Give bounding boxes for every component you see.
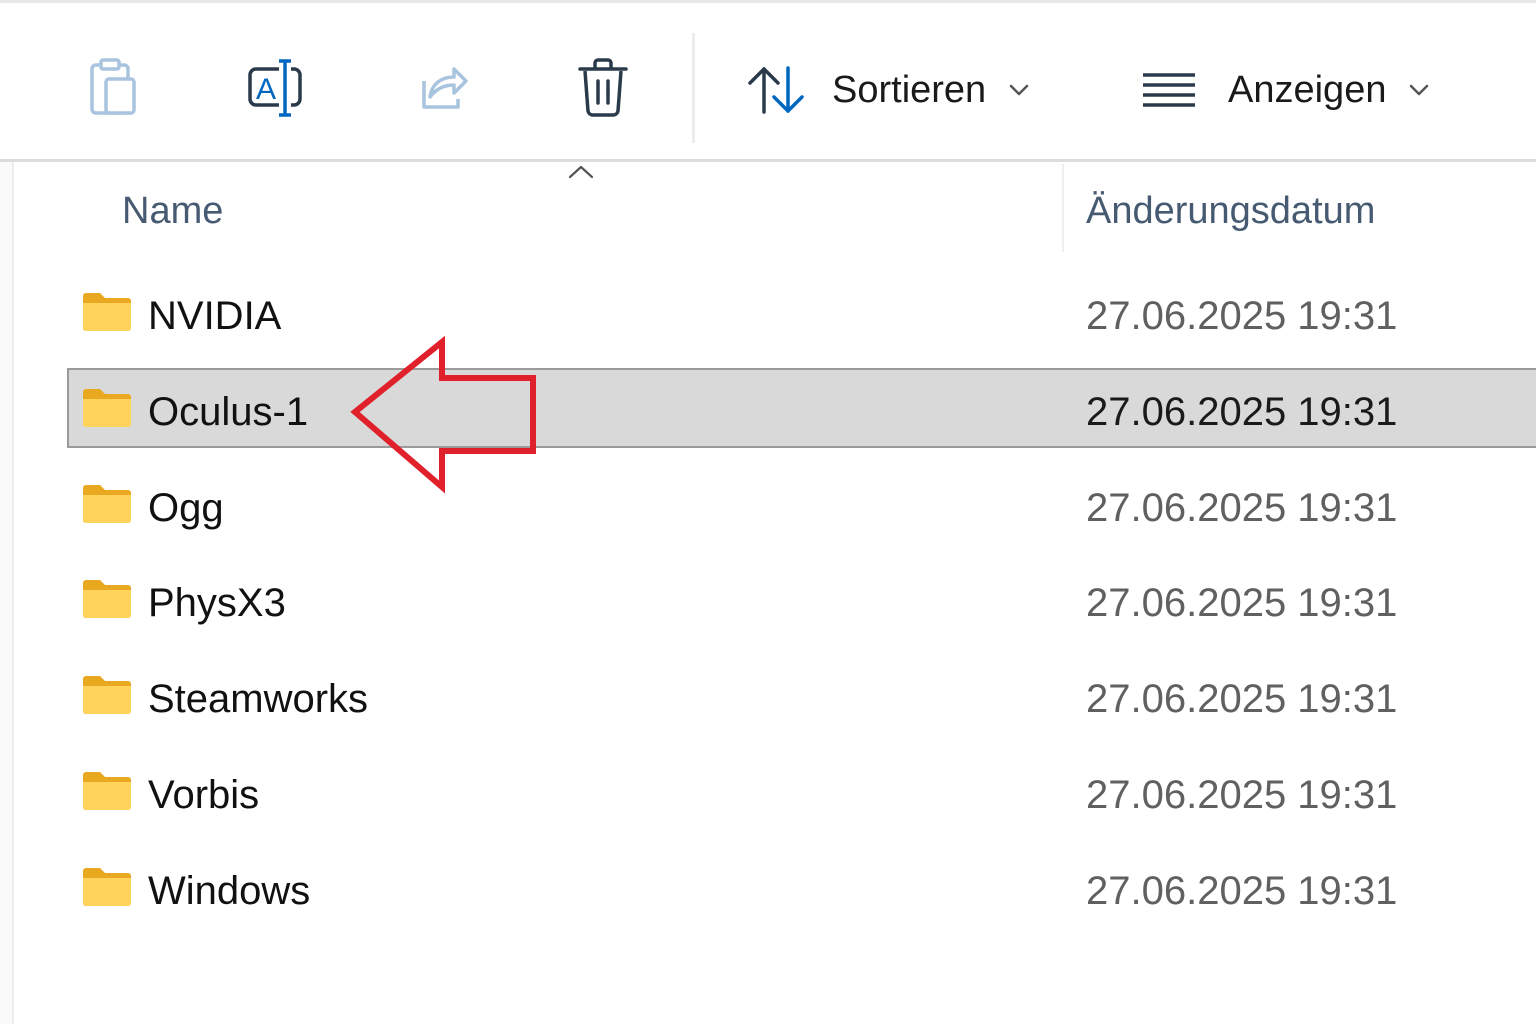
file-name: NVIDIA (148, 294, 282, 338)
sort-icon (746, 64, 808, 116)
file-name: Windows (148, 868, 311, 913)
delete-button[interactable] (570, 53, 636, 123)
list-item-selected[interactable]: Oculus-1 27.06.2025 19:31 (0, 366, 1536, 462)
command-bar: A Sortieren Anzeigen (0, 3, 1536, 160)
file-modified-date: 27.06.2025 19:31 (1086, 677, 1398, 722)
share-button[interactable] (406, 53, 476, 123)
folder-icon (82, 867, 132, 912)
column-divider[interactable] (1062, 164, 1064, 252)
folder-icon (82, 292, 132, 337)
svg-text:A: A (256, 73, 276, 106)
rename-button[interactable]: A (242, 53, 312, 123)
chevron-down-icon (1408, 83, 1430, 97)
chevron-down-icon (1008, 83, 1030, 97)
folder-icon (82, 484, 132, 529)
file-modified-date: 27.06.2025 19:31 (1086, 581, 1398, 626)
list-item[interactable]: PhysX3 27.06.2025 19:31 (0, 557, 1536, 653)
sort-button[interactable]: Sortieren (746, 55, 1030, 125)
paste-button[interactable] (80, 53, 146, 123)
share-icon (412, 59, 470, 117)
red-arrow-annotation (340, 330, 550, 505)
list-view-icon (1140, 70, 1198, 110)
file-name: Oculus-1 (148, 389, 309, 434)
folder-icon (82, 579, 132, 624)
view-button[interactable]: Anzeigen (1140, 55, 1430, 125)
list-item[interactable]: Windows 27.06.2025 19:31 (0, 845, 1536, 941)
file-name: Ogg (148, 485, 224, 530)
file-modified-date: 27.06.2025 19:31 (1086, 294, 1398, 338)
view-label: Anzeigen (1228, 68, 1387, 111)
rename-icon: A (246, 57, 308, 119)
file-modified-date: 27.06.2025 19:31 (1086, 389, 1398, 434)
file-modified-date: 27.06.2025 19:31 (1086, 485, 1398, 530)
toolbar-separator (692, 33, 695, 143)
sort-label: Sortieren (832, 68, 987, 111)
column-header-row: Name Änderungsdatum (14, 162, 1536, 260)
file-name: Steamworks (148, 677, 369, 722)
trash-icon (576, 57, 630, 119)
clipboard-icon (86, 57, 140, 119)
list-item[interactable]: Steamworks 27.06.2025 19:31 (0, 653, 1536, 749)
file-list: NVIDIA 27.06.2025 19:31 Oculus-1 27.06.2… (0, 270, 1536, 941)
file-modified-date: 27.06.2025 19:31 (1086, 868, 1398, 913)
list-item[interactable]: Vorbis 27.06.2025 19:31 (0, 749, 1536, 845)
folder-icon (82, 675, 132, 720)
file-explorer-window: A Sortieren Anzeigen Name Änderungsdatum… (0, 0, 1536, 1024)
column-header-name[interactable]: Name (122, 190, 223, 233)
folder-icon (82, 771, 132, 816)
list-item[interactable]: Ogg 27.06.2025 19:31 (0, 462, 1536, 558)
sort-ascending-icon (568, 164, 594, 185)
list-item[interactable]: NVIDIA 27.06.2025 19:31 (0, 270, 1536, 366)
file-name: Vorbis (148, 772, 260, 817)
file-name: PhysX3 (148, 581, 286, 626)
column-header-date[interactable]: Änderungsdatum (1086, 190, 1375, 233)
file-modified-date: 27.06.2025 19:31 (1086, 772, 1398, 817)
folder-icon (82, 388, 132, 433)
